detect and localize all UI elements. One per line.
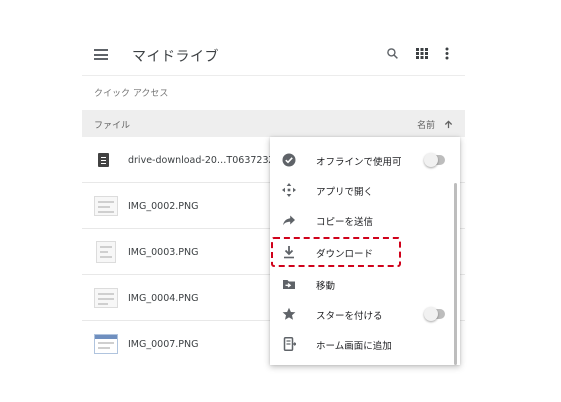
menu-item-download[interactable]: ダウンロード — [270, 237, 460, 267]
file-context-menu: オフラインで使用可 アプリで開く コピーを送信 ダウンロード 移動 スターを付け… — [270, 137, 460, 365]
files-label: ファイル — [94, 121, 131, 131]
open-with-icon — [282, 183, 296, 197]
app-bar: マイドライブ — [82, 30, 465, 76]
menu-item-label: 移動 — [316, 281, 336, 292]
star-icon — [282, 307, 296, 320]
file-name: IMG_0003.PNG — [128, 247, 199, 258]
sort-control[interactable]: 名前 — [417, 118, 453, 131]
send-copy-icon — [283, 215, 295, 226]
file-name: drive-download-20…T063723Z-0 — [128, 155, 285, 166]
menu-item-label: スターを付ける — [316, 311, 383, 322]
image-thumbnail — [94, 334, 118, 354]
menu-item-label: オフラインで使用可 — [316, 157, 402, 168]
file-name: IMG_0004.PNG — [128, 293, 199, 304]
menu-item-offline[interactable]: オフラインで使用可 — [270, 145, 460, 175]
menu-item-open-with[interactable]: アプリで開く — [270, 175, 460, 205]
file-name: IMG_0007.PNG — [128, 339, 199, 350]
menu-item-label: コピーを送信 — [316, 217, 374, 228]
arrow-up-icon — [444, 120, 453, 129]
files-section-header: ファイル 名前 — [82, 110, 465, 137]
quick-access-label[interactable]: クイック アクセス — [94, 86, 168, 99]
menu-item-send-copy[interactable]: コピーを送信 — [270, 205, 460, 235]
download-icon — [284, 246, 294, 259]
star-toggle[interactable] — [424, 307, 445, 321]
offline-toggle[interactable] — [424, 153, 445, 167]
menu-icon[interactable] — [94, 49, 108, 60]
menu-item-label: アプリで開く — [316, 187, 374, 198]
search-icon[interactable] — [386, 47, 399, 60]
menu-item-label: ホーム画面に追加 — [316, 341, 392, 352]
menu-item-add-to-home[interactable]: ホーム画面に追加 — [270, 329, 460, 359]
document-icon — [98, 153, 109, 167]
add-to-home-icon — [283, 337, 296, 351]
image-thumbnail — [94, 196, 118, 216]
page-title: マイドライブ — [132, 49, 219, 65]
sort-label: 名前 — [417, 121, 436, 131]
file-name: IMG_0002.PNG — [128, 201, 199, 212]
more-vert-icon[interactable] — [445, 47, 449, 60]
menu-item-label: ダウンロード — [316, 249, 374, 260]
menu-item-star[interactable]: スターを付ける — [270, 299, 460, 329]
image-thumbnail — [96, 241, 116, 263]
menu-item-move[interactable]: 移動 — [270, 269, 460, 299]
offline-check-icon — [282, 153, 296, 167]
move-folder-icon — [283, 280, 295, 289]
grid-view-icon[interactable] — [416, 48, 428, 59]
image-thumbnail — [94, 288, 118, 308]
